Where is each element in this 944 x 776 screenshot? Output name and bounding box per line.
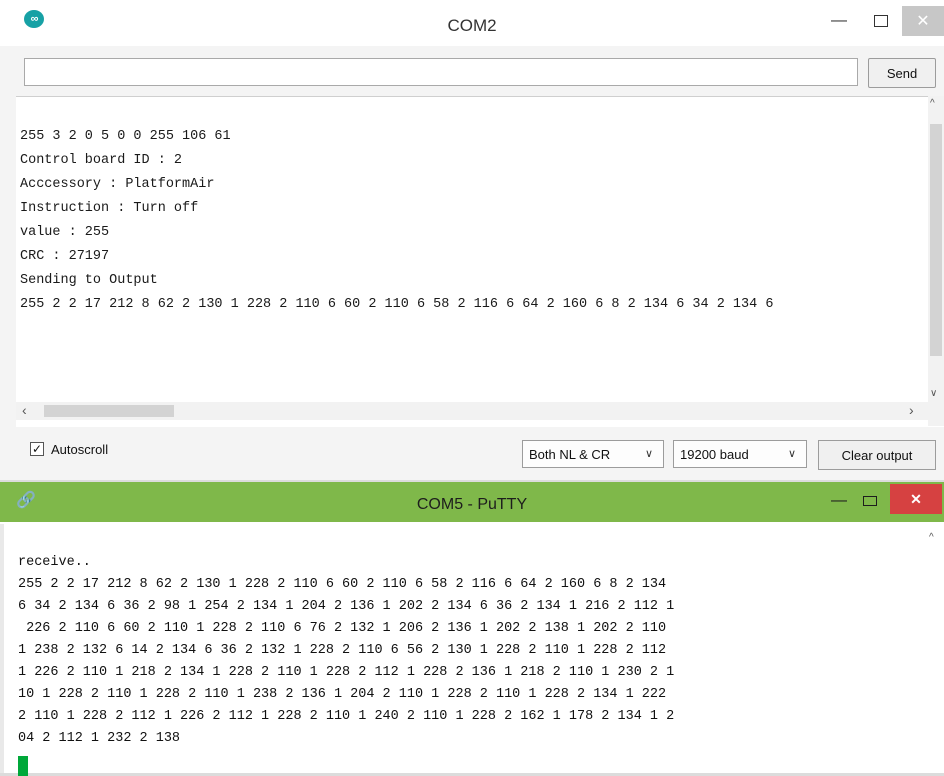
output-line: 255 3 2 0 5 0 0 255 106 61 [20, 129, 231, 144]
output-line: Sending to Output [20, 273, 158, 288]
terminal-line: 1 226 2 110 1 218 2 134 1 228 2 110 1 22… [18, 665, 675, 680]
terminal-line: 255 2 2 17 212 8 62 2 130 1 228 2 110 6 … [18, 577, 667, 592]
scroll-down-icon[interactable]: ∨ [930, 388, 937, 399]
terminal-text: receive.. 255 2 2 17 212 8 62 2 130 1 22… [18, 530, 934, 750]
horizontal-scrollbar[interactable]: ‹ › [16, 402, 928, 420]
terminal-line: 1 238 2 132 6 14 2 134 6 36 2 132 1 228 … [18, 643, 667, 658]
clear-output-button[interactable]: Clear output [818, 440, 936, 470]
line-ending-value: Both NL & CR [529, 447, 611, 462]
close-icon: ✕ [910, 490, 922, 507]
monitor-bottom-bar: ✓ Autoscroll Both NL & CR ∨ 19200 baud ∨… [0, 432, 944, 474]
chevron-down-icon: ∨ [787, 448, 796, 460]
arduino-window-title: COM2 [447, 16, 497, 35]
terminal-line: 10 1 228 2 110 1 228 2 110 1 238 2 136 1… [18, 687, 667, 702]
serial-output-text: 255 3 2 0 5 0 0 255 106 61 Control board… [20, 101, 930, 317]
putty-title-bar[interactable]: 🔗 COM5 - PuTTY — ✕ [0, 482, 944, 522]
maximize-button[interactable] [860, 6, 902, 36]
vertical-scrollbar[interactable]: ^ ∨ [928, 96, 944, 426]
output-line: CRC : 27197 [20, 249, 110, 264]
scroll-right-icon[interactable]: › [909, 402, 914, 418]
putty-terminal[interactable]: ^ receive.. 255 2 2 17 212 8 62 2 130 1 … [0, 524, 944, 776]
terminal-line: 2 110 1 228 2 112 1 226 2 112 1 228 2 11… [18, 709, 675, 724]
minimize-icon: — [831, 492, 847, 509]
send-button[interactable]: Send [868, 58, 936, 88]
baud-rate-select[interactable]: 19200 baud ∨ [673, 440, 807, 468]
putty-maximize-button[interactable] [852, 486, 888, 516]
autoscroll-checkbox[interactable]: ✓ [30, 442, 44, 456]
scroll-up-icon[interactable]: ^ [930, 98, 935, 109]
terminal-cursor [18, 756, 28, 776]
output-line: 255 2 2 17 212 8 62 2 130 1 228 2 110 6 … [20, 297, 774, 312]
output-line: value : 255 [20, 225, 110, 240]
close-button[interactable]: ✕ [902, 6, 944, 36]
vertical-scroll-thumb[interactable] [930, 124, 942, 356]
terminal-left-border [0, 524, 4, 773]
autoscroll-label: Autoscroll [51, 442, 109, 457]
terminal-line: 226 2 110 6 60 2 110 1 228 2 110 6 76 2 … [18, 621, 667, 636]
chevron-down-icon: ∨ [644, 448, 653, 460]
baud-rate-value: 19200 baud [680, 447, 749, 462]
minimize-icon: — [831, 12, 847, 29]
serial-send-input[interactable] [24, 58, 858, 86]
arduino-serial-monitor-window: ∞ COM2 — ✕ Send 255 3 2 0 5 0 0 255 106 … [0, 0, 944, 480]
scroll-left-icon[interactable]: ‹ [22, 402, 27, 418]
close-icon: ✕ [916, 13, 930, 30]
output-line: Acccessory : PlatformAir [20, 177, 215, 192]
arduino-title-bar[interactable]: ∞ COM2 — ✕ [0, 0, 944, 46]
output-line: Instruction : Turn off [20, 201, 199, 216]
terminal-line: 04 2 112 1 232 2 138 [18, 731, 181, 746]
maximize-icon [874, 15, 888, 27]
putty-close-button[interactable]: ✕ [890, 484, 942, 514]
horizontal-scroll-thumb[interactable] [44, 405, 174, 417]
serial-output-area[interactable]: 255 3 2 0 5 0 0 255 106 61 Control board… [16, 96, 944, 427]
send-bar: Send [0, 52, 944, 92]
putty-window: 🔗 COM5 - PuTTY — ✕ ^ receive.. 255 2 2 1… [0, 482, 944, 776]
line-ending-select[interactable]: Both NL & CR ∨ [522, 440, 664, 468]
minimize-button[interactable]: — [818, 6, 860, 36]
maximize-icon [863, 496, 877, 506]
terminal-line: 6 34 2 134 6 36 2 98 1 254 2 134 1 204 2… [18, 599, 675, 614]
terminal-line: receive.. [18, 555, 91, 570]
putty-window-title: COM5 - PuTTY [416, 496, 528, 513]
output-line: Control board ID : 2 [20, 153, 183, 168]
